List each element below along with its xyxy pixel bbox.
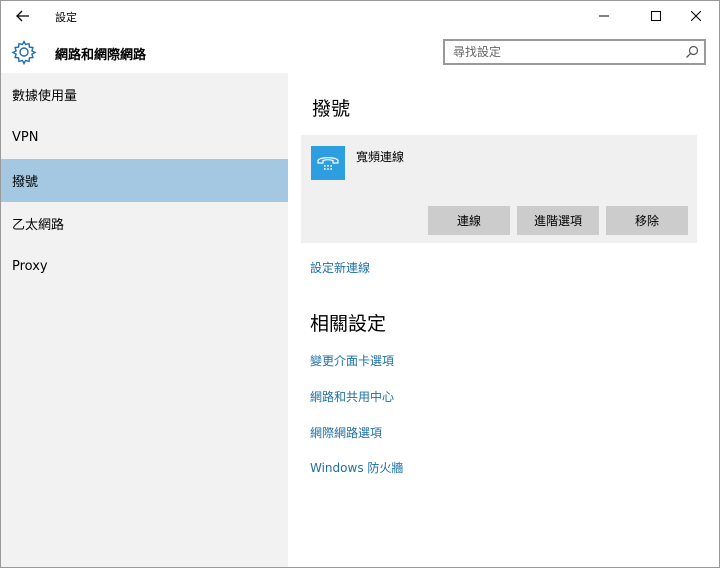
- search-input[interactable]: [445, 41, 675, 63]
- remove-button[interactable]: 移除: [606, 206, 688, 235]
- telephone-icon: [317, 157, 339, 170]
- connection-card[interactable]: 寬頻連線 連線 進階選項 移除: [301, 135, 697, 243]
- search-icon[interactable]: [684, 44, 700, 60]
- dialup-connection-icon: [311, 146, 345, 180]
- sidebar-item-data-usage[interactable]: 數據使用量: [1, 73, 288, 116]
- sidebar-item-ethernet[interactable]: 乙太網路: [1, 202, 288, 245]
- advanced-options-button[interactable]: 進階選項: [517, 206, 599, 235]
- connection-name: 寬頻連線: [356, 150, 405, 164]
- sidebar-nav: 數據使用量 VPN 撥號 乙太網路 Proxy: [1, 73, 288, 567]
- search-box[interactable]: [443, 39, 706, 65]
- sidebar-item-dialup[interactable]: 撥號: [1, 159, 288, 202]
- window-title: 設定: [55, 11, 77, 24]
- connect-button[interactable]: 連線: [428, 206, 510, 235]
- internet-options-link[interactable]: 網際網路選項: [310, 424, 382, 441]
- sidebar-item-vpn[interactable]: VPN: [1, 116, 288, 159]
- main-content: 撥號 寬頻連線 連線 進階選項 移除 設定新連線 相關設定 變更介面卡選項 網路…: [288, 73, 719, 567]
- title-bar: 設定: [1, 1, 719, 31]
- close-icon: [691, 11, 701, 21]
- gear-icon: [11, 39, 37, 65]
- close-button[interactable]: [673, 1, 719, 31]
- back-arrow-icon: [16, 10, 29, 22]
- change-adapter-options-link[interactable]: 變更介面卡選項: [310, 352, 394, 369]
- section-heading: 撥號: [312, 98, 351, 120]
- minimize-button[interactable]: [581, 1, 627, 31]
- network-sharing-center-link[interactable]: 網路和共用中心: [310, 388, 394, 405]
- setup-new-connection-link[interactable]: 設定新連線: [310, 259, 370, 276]
- settings-window: 設定 網路和網際網路 尋找設定 數據使用量 VPN 撥號 乙太網路 Proxy …: [0, 0, 720, 568]
- minimize-icon: [599, 15, 609, 17]
- sidebar-item-proxy[interactable]: Proxy: [1, 245, 288, 288]
- page-title: 網路和網際網路: [55, 48, 147, 63]
- windows-firewall-link[interactable]: Windows 防火牆: [310, 459, 403, 476]
- maximize-icon: [651, 11, 661, 21]
- related-settings-heading: 相關設定: [310, 313, 387, 335]
- back-button[interactable]: [1, 1, 45, 31]
- page-header: 網路和網際網路: [1, 31, 719, 73]
